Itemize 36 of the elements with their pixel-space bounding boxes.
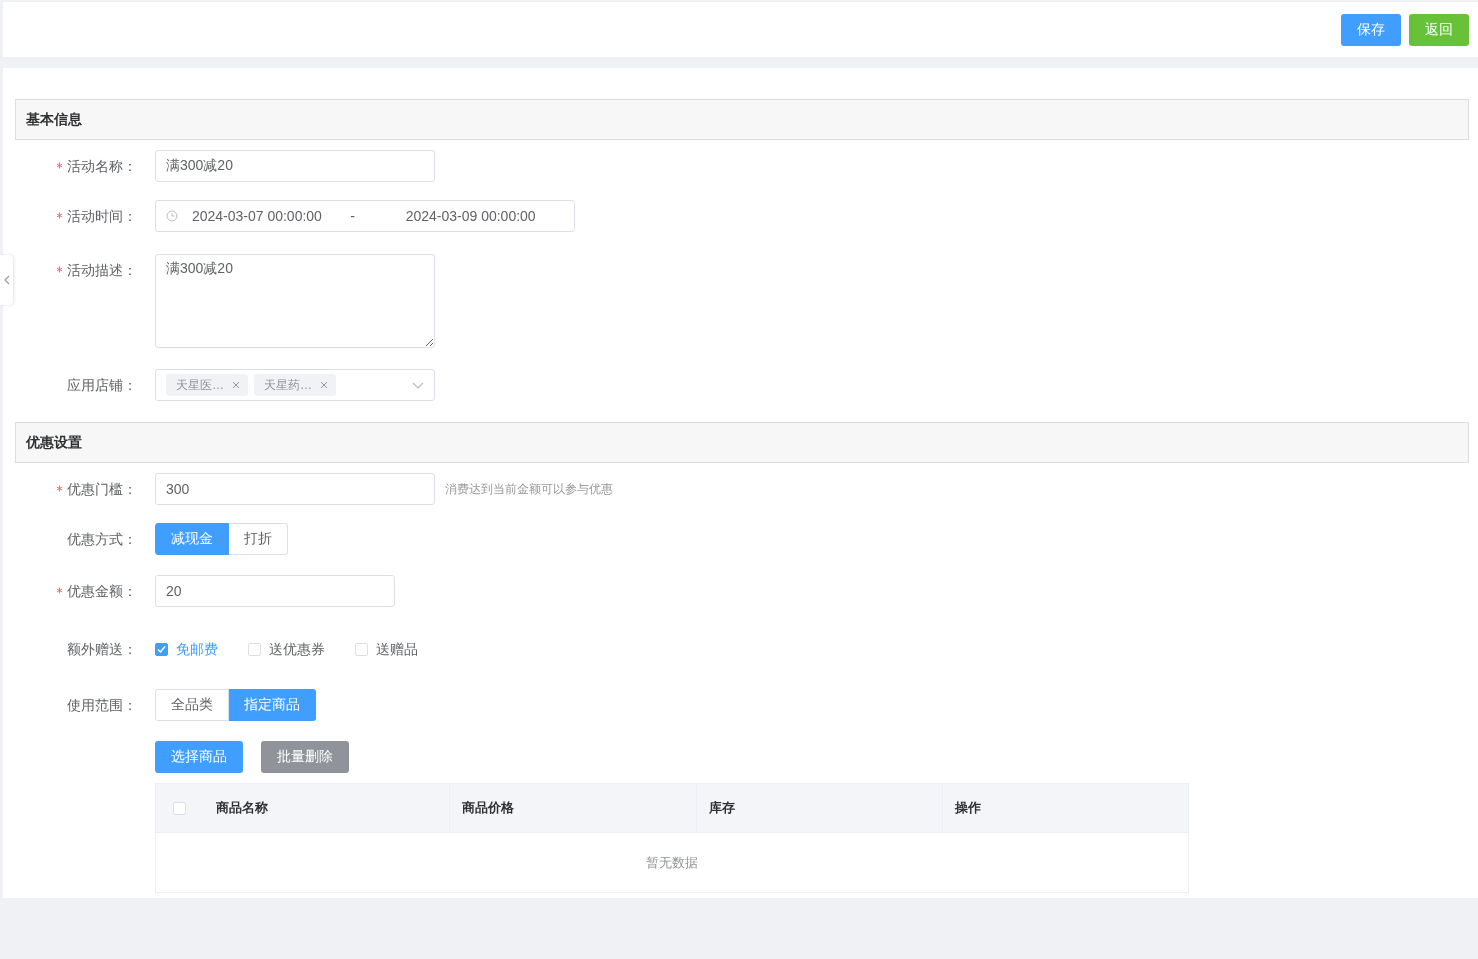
field-label: 活动名称： [67,158,137,174]
option-button[interactable]: 全品类 [155,689,229,721]
date-range-field[interactable]: 2024-03-07 00:00:00 - 2024-03-09 00:00:00 [155,200,575,232]
section-header: 基本信息 [15,99,1469,140]
textarea-field[interactable]: 满300减20 [155,254,435,348]
field-label: 优惠门槛： [67,481,137,497]
column-header: 操作 [954,799,981,817]
field-label: 优惠方式： [67,531,137,547]
input-field[interactable]: 满300减20 [155,150,435,182]
input-field[interactable]: 20 [155,575,395,607]
chevron-left-icon [3,275,10,285]
field-label: 活动描述： [67,262,137,278]
checkbox[interactable]: 送赠品 [355,639,418,659]
checkbox[interactable] [173,801,186,815]
input-field[interactable]: 300 [155,473,435,505]
checkbox[interactable]: 送优惠券 [248,639,325,659]
caret-icon [412,381,424,389]
field-label: 额外赠送： [67,641,137,657]
option-button[interactable]: 打折 [229,523,288,555]
section-header: 优惠设置 [15,422,1469,463]
column-header: 库存 [708,799,735,817]
column-header: 商品价格 [462,799,515,817]
check-icon [156,643,167,655]
empty-text: 暂无数据 [646,853,698,872]
hint-text: 消费达到当前金额可以参与优惠 [445,480,613,498]
close-icon [320,381,328,389]
store-tag: 天星药… [254,374,336,396]
close-icon [232,381,240,389]
collapse-tab[interactable] [0,255,13,305]
clock-icon [166,210,178,222]
column-header: 商品名称 [216,799,268,817]
field-label: 使用范围： [67,697,137,713]
field-label: 活动时间： [67,208,137,224]
field-label: 优惠金额： [67,583,137,599]
field-label: 应用店铺： [67,377,137,393]
store-tag: 天星医… [166,374,248,396]
